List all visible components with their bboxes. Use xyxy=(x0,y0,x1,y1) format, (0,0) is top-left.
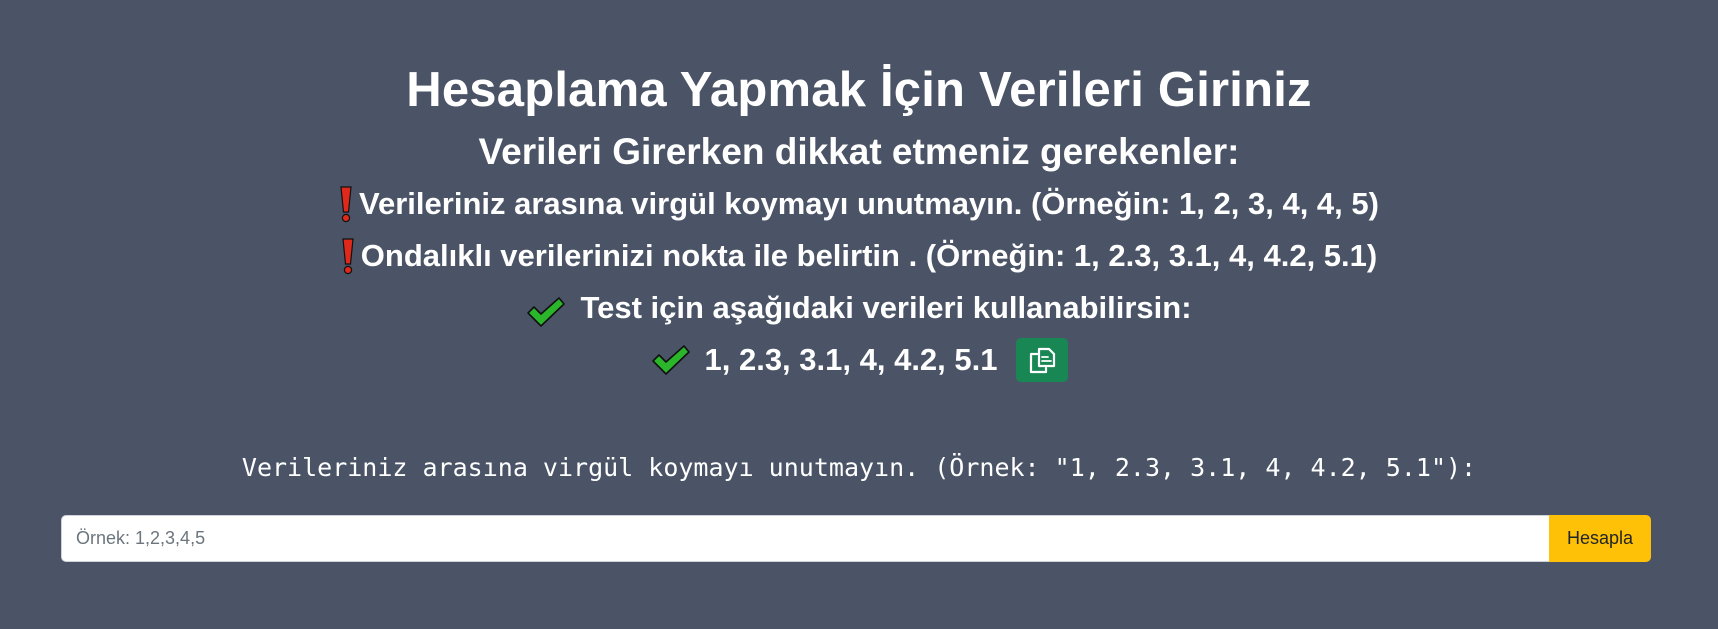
instructions-section: Verileri Girerken dikkat etmeniz gereken… xyxy=(0,126,1718,386)
warning-comma-text: Verileriniz arasına virgül koymayı unutm… xyxy=(359,186,1379,221)
exclamation-icon xyxy=(339,185,353,223)
calculate-button[interactable]: Hesapla xyxy=(1549,515,1651,562)
test-hint-text: Test için aşağıdaki verileri kullanabili… xyxy=(580,290,1192,325)
exclamation-icon xyxy=(341,237,355,275)
sample-data-text: 1, 2.3, 3.1, 4, 4.2, 5.1 xyxy=(704,342,998,377)
data-entry-form: Hesapla xyxy=(61,515,1651,562)
warning-decimal: Ondalıklı verilerinizi nokta ile belirti… xyxy=(0,230,1718,282)
sample-data-row: 1, 2.3, 3.1, 4, 4.2, 5.1 xyxy=(0,334,1718,386)
check-mark-icon xyxy=(651,344,691,376)
page: Hesaplama Yapmak İçin Verileri Giriniz V… xyxy=(0,0,1718,629)
instructions-heading: Verileri Girerken dikkat etmeniz gereken… xyxy=(478,131,1240,172)
warning-decimal-text: Ondalıklı verilerinizi nokta ile belirti… xyxy=(360,238,1378,273)
data-input[interactable] xyxy=(61,515,1549,562)
copy-sample-button[interactable] xyxy=(1015,338,1068,382)
check-mark-icon xyxy=(526,292,566,327)
test-hint: Test için aşağıdaki verileri kullanabili… xyxy=(0,282,1718,334)
page-title: Hesaplama Yapmak İçin Verileri Giriniz xyxy=(406,62,1312,117)
copy-icon xyxy=(1029,347,1055,374)
input-label: Verileriniz arasına virgül koymayı unutm… xyxy=(241,453,1477,482)
warning-comma: Verileriniz arasına virgül koymayı unutm… xyxy=(0,178,1718,230)
